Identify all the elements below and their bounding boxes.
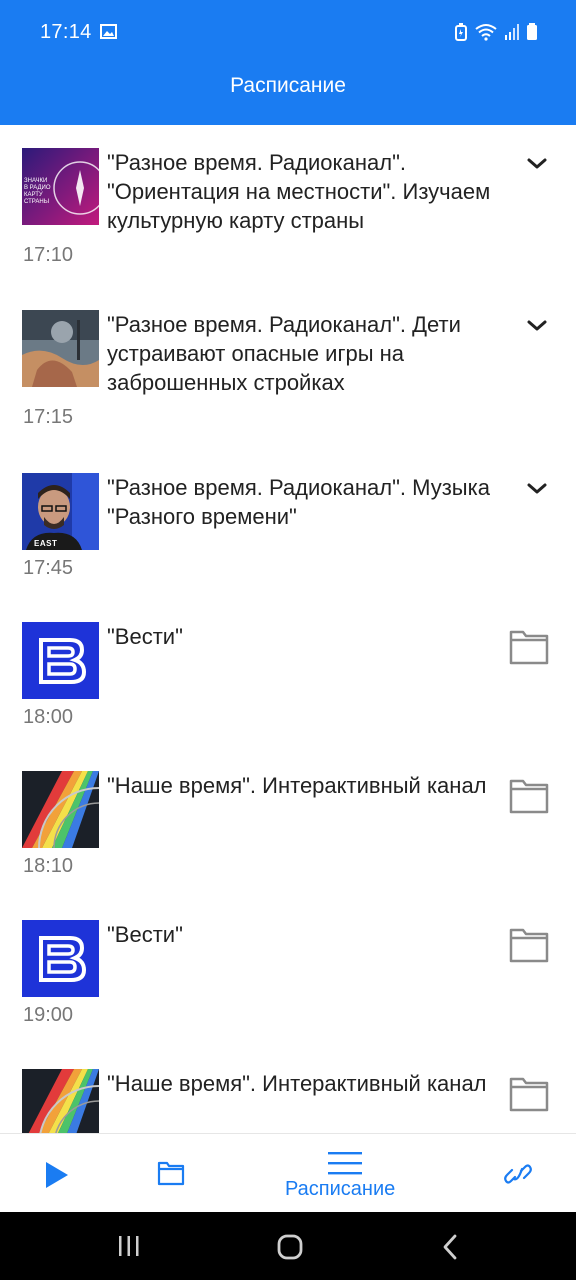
program-time: 17:15 xyxy=(23,406,74,428)
nav-folder-button[interactable] xyxy=(135,1134,210,1213)
folder-icon[interactable] xyxy=(508,628,550,666)
schedule-list: ЗНАЧКИ В РАДИО КАРТУ СТРАНЫ "Разное врем… xyxy=(0,125,576,1133)
status-time: 17:14 xyxy=(40,21,92,43)
nav-schedule-button[interactable] xyxy=(270,1134,420,1213)
thumbnail-text: ЗНАЧКИ xyxy=(24,178,48,184)
schedule-list-icon xyxy=(328,1152,362,1175)
program-thumbnail: ЗНАЧКИ В РАДИО КАРТУ СТРАНЫ xyxy=(22,148,99,225)
program-title: "Разное время. Радиоканал". Дети устраив… xyxy=(107,312,461,395)
play-icon xyxy=(46,1162,68,1188)
program-title: "Разное время. Радиоканал". Музыка "Разн… xyxy=(107,475,490,529)
chevron-down-icon[interactable] xyxy=(524,481,550,497)
page-title: Расписание xyxy=(230,74,346,97)
thumbnail-text: СТРАНЫ xyxy=(24,199,50,205)
nav-link-button[interactable] xyxy=(480,1134,555,1213)
rainbow-wheel-image xyxy=(22,1069,99,1133)
program-title: "Разное время. Радиоканал". "Ориентация … xyxy=(107,150,491,233)
bottom-navigation: Расписание xyxy=(0,1133,576,1212)
vesti-logo xyxy=(22,622,99,699)
program-time: 17:45 xyxy=(23,557,74,579)
folder-icon[interactable] xyxy=(508,777,550,815)
vesti-logo xyxy=(22,920,99,997)
program-title: "Наше время". Интерактивный канал xyxy=(107,1071,487,1096)
folder-icon[interactable] xyxy=(508,926,550,964)
program-thumbnail: EAST xyxy=(22,473,99,550)
app-header: 17:14 Расписание xyxy=(0,0,576,125)
chevron-down-icon[interactable] xyxy=(524,318,550,334)
thumbnail-text: В РАДИО xyxy=(24,185,51,191)
nav-schedule-label: Расписание xyxy=(285,1178,396,1200)
program-time: 18:10 xyxy=(23,855,74,877)
program-time: 17:10 xyxy=(23,244,74,266)
home-icon[interactable] xyxy=(276,1234,304,1260)
status-bar: 17:14 xyxy=(0,0,576,66)
folder-icon[interactable] xyxy=(508,1075,550,1113)
program-time: 19:00 xyxy=(23,1004,74,1026)
back-icon[interactable] xyxy=(440,1234,460,1260)
chevron-down-icon[interactable] xyxy=(524,156,550,172)
nav-play-button[interactable] xyxy=(20,1134,95,1213)
construction-site-image xyxy=(22,310,99,387)
program-time: 18:00 xyxy=(23,706,74,728)
battery-saver-icon xyxy=(455,23,467,41)
program-title: "Вести" xyxy=(107,922,183,947)
signal-icon xyxy=(505,24,519,40)
vesti-logo-image xyxy=(22,920,99,997)
gallery-icon xyxy=(100,24,117,39)
program-title: "Наше время". Интерактивный канал xyxy=(107,773,487,798)
link-icon xyxy=(504,1164,532,1184)
program-thumbnail xyxy=(22,771,99,848)
rainbow-wheel-image xyxy=(22,771,99,848)
vesti-logo-image xyxy=(22,622,99,699)
status-icons xyxy=(454,22,538,42)
folder-icon xyxy=(157,1161,185,1186)
program-thumbnail xyxy=(22,310,99,387)
battery-icon xyxy=(527,23,537,40)
program-thumbnail xyxy=(22,1069,99,1133)
thumbnail-text: КАРТУ xyxy=(24,192,43,198)
system-navigation-bar xyxy=(0,1212,576,1280)
recent-apps-icon[interactable] xyxy=(117,1235,141,1257)
thumbnail-text: EAST xyxy=(34,539,58,548)
program-title: "Вести" xyxy=(107,624,183,649)
wifi-icon xyxy=(475,24,497,41)
